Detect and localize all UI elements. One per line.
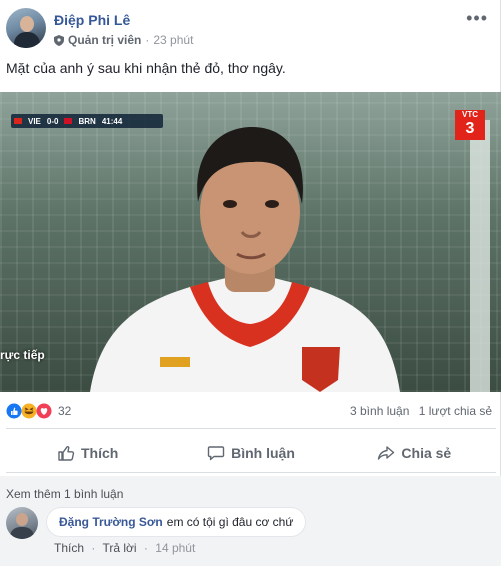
channel-name: VTC bbox=[462, 110, 478, 119]
comment-bubble: Đặng Trường Sơn em có tội gì đâu cơ chứ bbox=[46, 507, 307, 537]
reactions-bar: 32 3 bình luận 1 lượt chia sẻ bbox=[6, 402, 496, 420]
comment-icon bbox=[207, 446, 225, 461]
commenter-name[interactable]: Đặng Trường Sơn bbox=[59, 515, 163, 529]
view-more-comments-link[interactable]: Xem thêm 1 bình luận bbox=[6, 487, 123, 501]
share-label: Chia sẻ bbox=[401, 445, 452, 461]
separator-dot: · bbox=[145, 33, 150, 47]
post-text: Mặt của anh ý sau khi nhận thẻ đỏ, thơ n… bbox=[6, 60, 286, 76]
divider-top bbox=[6, 428, 496, 429]
post-header: Điệp Phi Lê Quản trị viên · 23 phút ••• bbox=[6, 8, 496, 52]
channel-number: 3 bbox=[465, 120, 475, 137]
author-name[interactable]: Điệp Phi Lê bbox=[54, 12, 130, 28]
share-arrow-icon bbox=[378, 446, 395, 460]
comment-meta: Thích · Trả lời · 14 phút bbox=[54, 541, 195, 555]
reaction-count[interactable]: 32 bbox=[58, 404, 71, 418]
share-count[interactable]: 1 lượt chia sẻ bbox=[419, 404, 492, 418]
channel-logo: VTC 3 bbox=[455, 110, 485, 140]
thumbs-up-icon bbox=[58, 446, 75, 461]
scoreboard: VIE 0-0 BRN 41:44 bbox=[11, 114, 163, 128]
bahrain-flag-icon bbox=[64, 118, 73, 124]
action-bar: Thích Bình luận Chia sẻ bbox=[6, 436, 496, 470]
post-meta: Quản trị viên · 23 phút bbox=[54, 33, 193, 47]
commenter-avatar[interactable] bbox=[6, 507, 38, 539]
comment-button[interactable]: Bình luận bbox=[169, 436, 332, 470]
match-clock: 41:44 bbox=[101, 116, 123, 126]
comment-time[interactable]: 14 phút bbox=[155, 541, 195, 555]
share-button[interactable]: Chia sẻ bbox=[333, 436, 496, 470]
like-label: Thích bbox=[80, 445, 119, 461]
comment-count[interactable]: 3 bình luận bbox=[350, 404, 409, 418]
haha-icon bbox=[21, 403, 37, 419]
vietnam-flag-icon bbox=[14, 118, 22, 124]
comment-reply-link[interactable]: Trả lời bbox=[102, 541, 136, 555]
player-image bbox=[90, 127, 400, 392]
like-button[interactable]: Thích bbox=[6, 436, 169, 470]
post-time[interactable]: 23 phút bbox=[153, 33, 193, 47]
comment-like-link[interactable]: Thích bbox=[54, 541, 84, 555]
score: 0-0 bbox=[46, 116, 59, 126]
author-avatar[interactable] bbox=[6, 8, 46, 48]
live-label: rực tiếp bbox=[0, 348, 45, 362]
post-card: Điệp Phi Lê Quản trị viên · 23 phút ••• … bbox=[0, 0, 501, 566]
post-video[interactable]: VIE 0-0 BRN 41:44 VTC 3 rực tiếp bbox=[0, 92, 501, 392]
comment-text: em có tội gì đâu cơ chứ bbox=[166, 515, 294, 529]
divider-bottom bbox=[6, 472, 496, 473]
engagement-counts: 3 bình luận 1 lượt chia sẻ bbox=[350, 404, 492, 418]
reaction-icons[interactable] bbox=[6, 403, 54, 419]
separator-dot: · bbox=[143, 541, 148, 555]
team-right: BRN bbox=[78, 116, 96, 126]
goalpost bbox=[470, 120, 490, 392]
shield-icon bbox=[54, 34, 64, 46]
comment-label: Bình luận bbox=[231, 445, 295, 461]
separator-dot: · bbox=[91, 541, 96, 555]
more-options-icon[interactable]: ••• bbox=[466, 9, 488, 27]
comments-section: Xem thêm 1 bình luận Đặng Trường Sơn em … bbox=[0, 476, 501, 566]
team-left: VIE bbox=[28, 116, 41, 126]
role-label: Quản trị viên bbox=[68, 33, 142, 47]
